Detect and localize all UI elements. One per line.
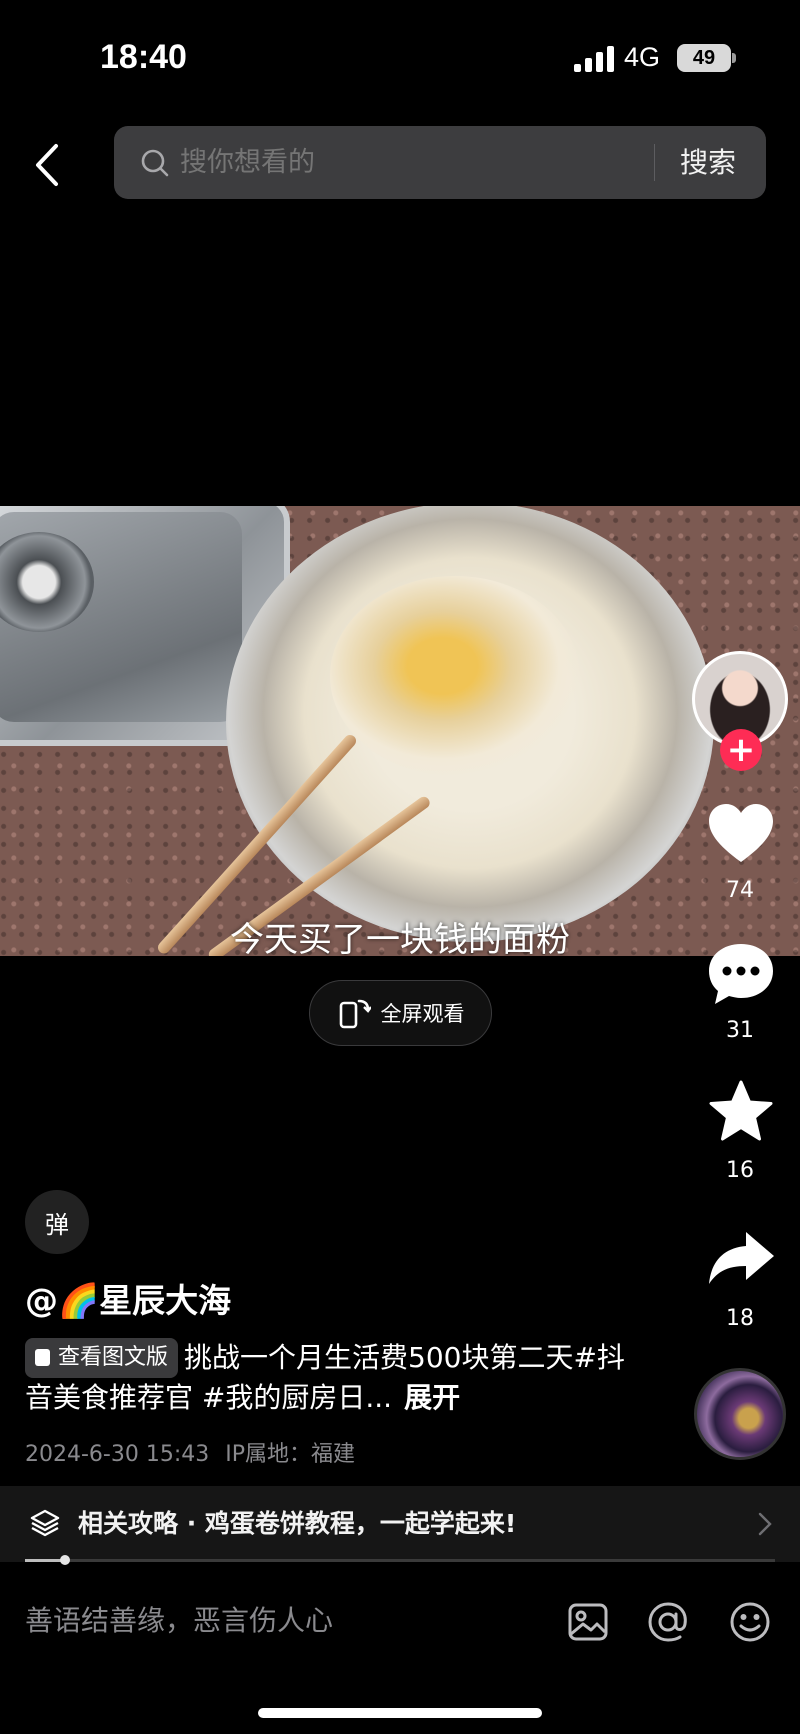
comment-count: 31 (726, 1018, 754, 1043)
comment-input[interactable] (25, 1590, 525, 1650)
battery-tip (732, 53, 736, 63)
fullscreen-label: 全屏观看 (380, 1002, 465, 1026)
video-subtitle: 今天买了一块钱的面粉 (230, 920, 570, 956)
emoji-icon[interactable] (728, 1600, 772, 1644)
progress-handle[interactable] (59, 1555, 70, 1565)
favorite-count: 16 (726, 1158, 754, 1183)
battery-icon: 49 (677, 44, 731, 72)
caption: 查看图文版 挑战一个月生活费500块第二天#抖音美食推荐官 #我的厨房日... 展开 (25, 1338, 625, 1418)
ip-location: IP属地：福建 (225, 1442, 356, 1467)
view-photo-version-button[interactable]: 查看图文版 (25, 1338, 179, 1378)
fullscreen-button[interactable]: 全屏观看 (309, 980, 492, 1046)
progress-fill (25, 1559, 65, 1562)
search-button[interactable]: 搜索 (680, 126, 736, 199)
post-date: 2024-6-30 15:43 (25, 1442, 210, 1467)
share-icon[interactable] (706, 1228, 776, 1292)
status-time: 18:40 (100, 38, 187, 76)
video-scene-batter (330, 576, 580, 776)
follow-button[interactable]: + (720, 729, 762, 771)
author-name[interactable]: @🌈星辰大海 (25, 1274, 231, 1322)
music-disc[interactable] (694, 1368, 786, 1460)
search-bar: 搜索 (114, 126, 766, 199)
signal-icon (574, 46, 614, 72)
danmaku-button[interactable]: 弹 (25, 1190, 89, 1254)
video-player[interactable]: 今天买了一块钱的面粉 (0, 506, 800, 956)
home-indicator[interactable] (258, 1708, 542, 1718)
video-progress-bar[interactable] (25, 1555, 775, 1565)
document-icon (35, 1349, 50, 1366)
mention-icon[interactable] (646, 1600, 690, 1644)
related-guide-bar[interactable]: 相关攻略 · 鸡蛋卷饼教程，一起学起来! (0, 1486, 800, 1562)
view-photo-version-label: 查看图文版 (58, 1345, 169, 1370)
comment-icon[interactable] (706, 942, 776, 1006)
heart-icon[interactable] (706, 802, 776, 866)
back-icon[interactable] (26, 140, 70, 190)
layers-icon (30, 1509, 60, 1537)
search-input[interactable] (180, 126, 660, 199)
related-guide-text: 相关攻略 · 鸡蛋卷饼教程，一起学起来! (78, 1509, 517, 1538)
post-meta: 2024-6-30 15:43 IP属地：福建 (25, 1436, 355, 1468)
like-count: 74 (726, 878, 754, 903)
share-count: 18 (726, 1306, 754, 1331)
network-type: 4G (624, 42, 661, 72)
rotate-screen-icon (339, 999, 371, 1029)
star-icon[interactable] (706, 1080, 776, 1144)
image-icon[interactable] (566, 1600, 610, 1644)
expand-button[interactable]: 展开 (404, 1381, 460, 1414)
search-icon (141, 149, 169, 177)
search-divider (654, 144, 655, 181)
chevron-right-icon (758, 1512, 772, 1536)
